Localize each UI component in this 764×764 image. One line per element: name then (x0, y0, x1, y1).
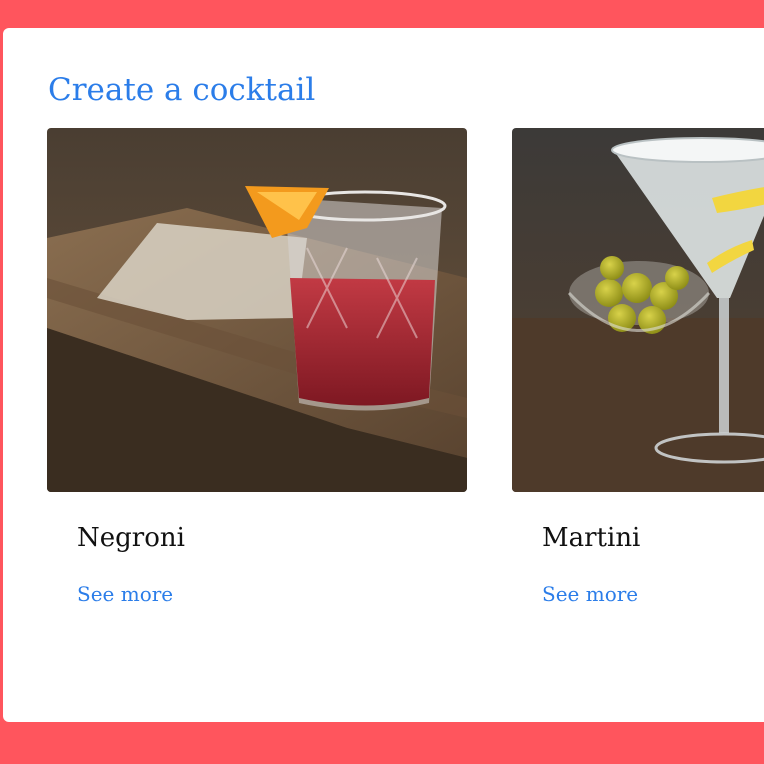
martini-photo[interactable] (512, 128, 764, 492)
negroni-photo[interactable] (47, 128, 467, 492)
card-name: Negroni (77, 523, 185, 553)
see-more-link[interactable]: See more (542, 582, 638, 606)
see-more-link[interactable]: See more (77, 582, 173, 606)
cocktail-panel: Create a cocktail Negroni See more Marti… (3, 28, 764, 722)
page-title: Create a cocktail (48, 72, 316, 108)
card-name: Martini (542, 523, 641, 553)
cocktail-card-negroni[interactable]: Negroni See more (47, 128, 467, 606)
cocktail-card-martini[interactable]: Martini See more (512, 128, 764, 606)
